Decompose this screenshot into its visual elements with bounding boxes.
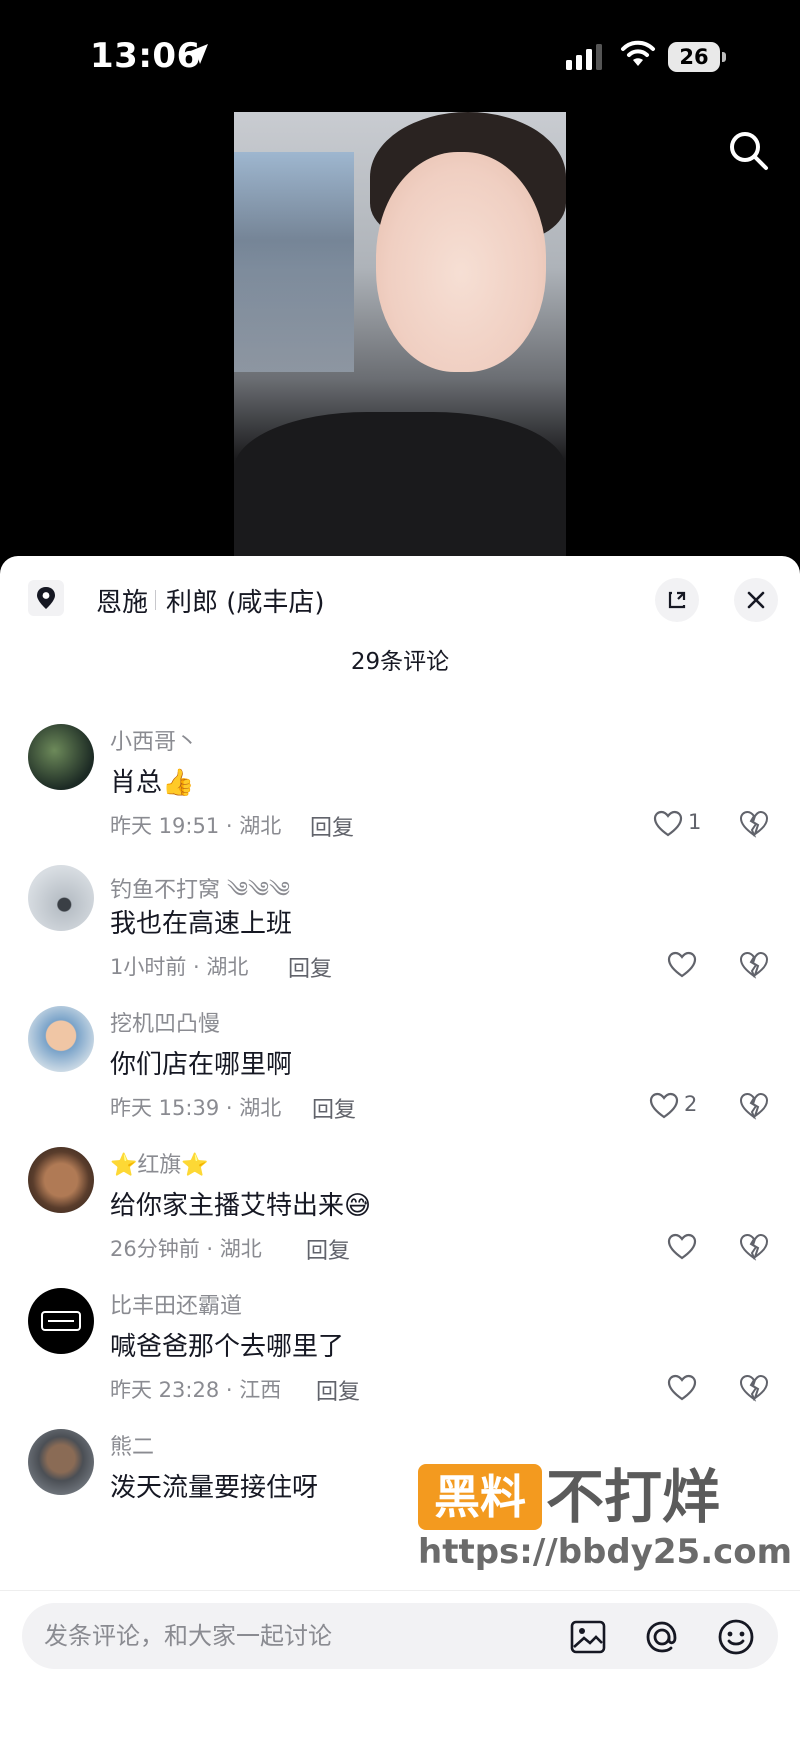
reply-button[interactable]: 回复 bbox=[288, 951, 332, 983]
watermark-text: 不打烊 bbox=[546, 1463, 721, 1531]
battery-level: 26 bbox=[679, 45, 709, 69]
video-face bbox=[376, 152, 546, 372]
wifi-icon bbox=[621, 40, 655, 66]
comment-text: 给你家主播艾特出来😅 bbox=[110, 1191, 372, 1221]
comment-username[interactable]: ⭐红旗⭐ bbox=[110, 1147, 209, 1179]
heart-icon bbox=[667, 1233, 697, 1260]
heart-icon bbox=[653, 810, 683, 837]
comment-username[interactable]: 比丰田还霸道 bbox=[110, 1288, 242, 1320]
location-store[interactable]: 利郎 (咸丰店) bbox=[166, 582, 325, 619]
comment-input-placeholder[interactable]: 发条评论，和大家一起讨论 bbox=[22, 1603, 332, 1669]
expand-button[interactable] bbox=[655, 578, 699, 622]
comment-item: ⭐红旗⭐ 给你家主播艾特出来😅 26分钟前 · 湖北 回复 bbox=[0, 1147, 800, 1303]
avatar[interactable] bbox=[28, 1006, 94, 1072]
like-button[interactable] bbox=[666, 949, 726, 981]
broken-heart-icon[interactable] bbox=[738, 1372, 770, 1404]
comment-username[interactable]: 挖机凹凸慢 bbox=[110, 1006, 220, 1038]
expand-icon bbox=[668, 591, 686, 609]
watermark-url: https://bbdy25.com bbox=[418, 1532, 793, 1572]
comment-meta: 1小时前 · 湖北 bbox=[110, 955, 249, 979]
like-button[interactable] bbox=[666, 1231, 726, 1263]
location-city[interactable]: 恩施 bbox=[96, 582, 148, 619]
like-count: 1 bbox=[688, 810, 702, 834]
comment-meta: 昨天 15:39 · 湖北 bbox=[110, 1096, 282, 1120]
emoji-icon[interactable] bbox=[714, 1615, 758, 1659]
sheet-header: 恩施 利郎 (咸丰店) bbox=[0, 556, 800, 646]
comment-text: 我也在高速上班 bbox=[110, 909, 293, 939]
status-bar: 13:06 26 bbox=[0, 0, 800, 110]
comments-count: 29条评论 bbox=[350, 649, 450, 675]
comment-input-bar: 发条评论，和大家一起讨论 bbox=[0, 1590, 800, 1739]
like-count: 2 bbox=[684, 1092, 698, 1116]
comment-text: 肖总👍 bbox=[110, 768, 195, 798]
avatar[interactable] bbox=[28, 865, 94, 931]
like-button[interactable] bbox=[666, 1372, 726, 1404]
video-shirt bbox=[234, 412, 566, 556]
broken-heart-icon[interactable] bbox=[738, 808, 770, 840]
avatar[interactable] bbox=[28, 1147, 94, 1213]
comment-meta: 昨天 19:51 · 湖北 bbox=[110, 814, 282, 838]
close-button[interactable] bbox=[734, 578, 778, 622]
like-button[interactable]: 1 bbox=[652, 808, 712, 840]
comment-item: 小西哥丶 肖总👍 昨天 19:51 · 湖北 回复 1 bbox=[0, 724, 800, 880]
comment-text: 你们店在哪里啊 bbox=[110, 1050, 293, 1080]
status-time: 13:06 bbox=[90, 36, 201, 76]
video-background bbox=[234, 152, 354, 372]
reply-button[interactable]: 回复 bbox=[306, 1233, 350, 1265]
comment-meta: 26分钟前 · 湖北 bbox=[110, 1237, 262, 1261]
location-arrow-icon bbox=[188, 44, 208, 64]
comment-text: 泼天流量要接住呀 bbox=[110, 1473, 319, 1503]
battery-indicator: 26 bbox=[668, 42, 726, 72]
like-button[interactable]: 2 bbox=[648, 1090, 708, 1122]
heart-icon bbox=[667, 951, 697, 978]
avatar[interactable] bbox=[28, 1288, 94, 1354]
reply-button[interactable]: 回复 bbox=[312, 1092, 356, 1124]
reply-button[interactable]: 回复 bbox=[310, 810, 354, 842]
location-pin-icon[interactable] bbox=[28, 580, 64, 616]
comment-item: 比丰田还霸道 喊爸爸那个去哪里了 昨天 23:28 · 江西 回复 bbox=[0, 1288, 800, 1444]
broken-heart-icon[interactable] bbox=[738, 1231, 770, 1263]
watermark-badge: 黑料 bbox=[418, 1464, 542, 1530]
location-divider bbox=[155, 590, 156, 610]
comment-meta: 昨天 23:28 · 江西 bbox=[110, 1378, 282, 1402]
heart-icon bbox=[667, 1374, 697, 1401]
close-icon bbox=[747, 591, 765, 609]
image-icon[interactable] bbox=[568, 1617, 608, 1657]
watermark: 黑料 不打烊 https://bbdy25.com bbox=[418, 1463, 792, 1574]
video-player[interactable] bbox=[234, 112, 566, 556]
avatar-emblem-icon bbox=[31, 1291, 91, 1351]
avatar[interactable] bbox=[28, 724, 94, 790]
comment-username[interactable]: 小西哥丶 bbox=[110, 724, 198, 756]
reply-button[interactable]: 回复 bbox=[316, 1374, 360, 1406]
mention-icon[interactable] bbox=[640, 1615, 684, 1659]
comment-username[interactable]: 熊二 bbox=[110, 1429, 154, 1461]
heart-icon bbox=[649, 1092, 679, 1119]
search-icon[interactable] bbox=[724, 126, 774, 176]
avatar[interactable] bbox=[28, 1429, 94, 1495]
cellular-signal-icon bbox=[566, 44, 602, 70]
comment-item: 挖机凹凸慢 你们店在哪里啊 昨天 15:39 · 湖北 回复 2 bbox=[0, 1006, 800, 1162]
comment-text: 喊爸爸那个去哪里了 bbox=[110, 1332, 345, 1362]
comment-item: 钓鱼不打窝 ༄༄༄ 我也在高速上班 1小时前 · 湖北 回复 bbox=[0, 865, 800, 1021]
broken-heart-icon[interactable] bbox=[738, 949, 770, 981]
broken-heart-icon[interactable] bbox=[738, 1090, 770, 1122]
